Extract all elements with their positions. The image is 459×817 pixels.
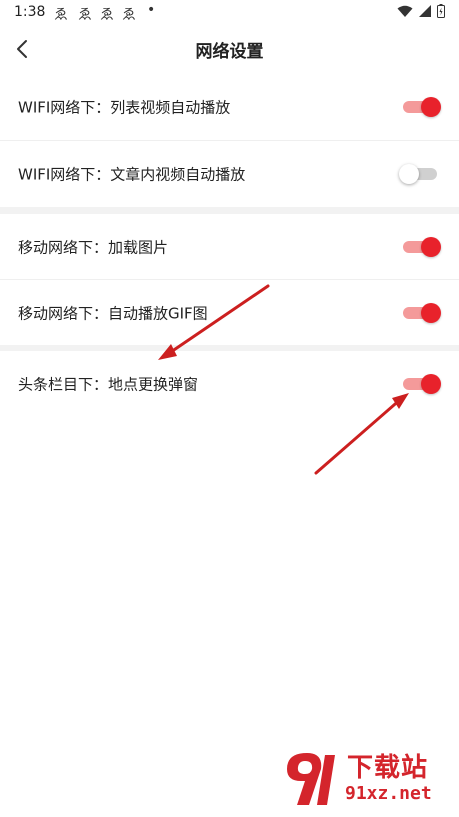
setting-label: WIFI网络下：列表视频自动播放 [18,98,231,117]
more-notifications-dot: • [147,2,156,18]
status-bar: 1:38 ゑ ゑ ゑ ゑ • [0,0,459,26]
setting-row-wifi-list-autoplay[interactable]: WIFI网络下：列表视频自动播放 [0,74,459,140]
toggle-knob [421,97,441,117]
toggle-knob [399,164,419,184]
toggle-knob [421,237,441,257]
setting-row-headline-location-popup[interactable]: 头条栏目下：地点更换弹窗 [0,351,459,417]
notification-icon: ゑ [100,7,114,23]
wifi-icon [397,5,413,17]
setting-row-mobile-gif-autoplay[interactable]: 移动网络下：自动播放GIF图 [0,280,459,346]
watermark-title: 下载站 [347,753,429,783]
toggle-switch[interactable] [401,303,441,323]
notification-icon: ゑ [122,7,136,23]
status-icons [397,4,445,18]
watermark-url: 91xz.net [345,783,432,804]
toggle-switch[interactable] [401,97,441,117]
setting-label: 头条栏目下：地点更换弹窗 [18,375,199,394]
toggle-knob [421,374,441,394]
setting-label: 移动网络下：加载图片 [18,238,169,257]
watermark-logo-icon [287,753,335,805]
toggle-switch[interactable] [399,164,439,184]
watermark: 下载站 91xz.net [281,747,453,811]
notification-icon: ゑ [54,7,68,23]
section-divider [0,207,459,214]
toggle-switch[interactable] [401,237,441,257]
setting-label: WIFI网络下：文章内视频自动播放 [18,165,246,184]
header: 网络设置 [0,26,459,74]
battery-icon [437,4,445,18]
setting-label: 移动网络下：自动播放GIF图 [18,304,208,323]
notification-icon: ゑ [78,7,92,23]
toggle-knob [421,303,441,323]
status-time: 1:38 [14,4,46,20]
setting-row-mobile-load-images[interactable]: 移动网络下：加载图片 [0,214,459,280]
toggle-switch[interactable] [401,374,441,394]
cellular-icon [419,4,431,17]
page-title: 网络设置 [195,42,264,62]
setting-row-wifi-article-autoplay[interactable]: WIFI网络下：文章内视频自动播放 [0,141,459,207]
